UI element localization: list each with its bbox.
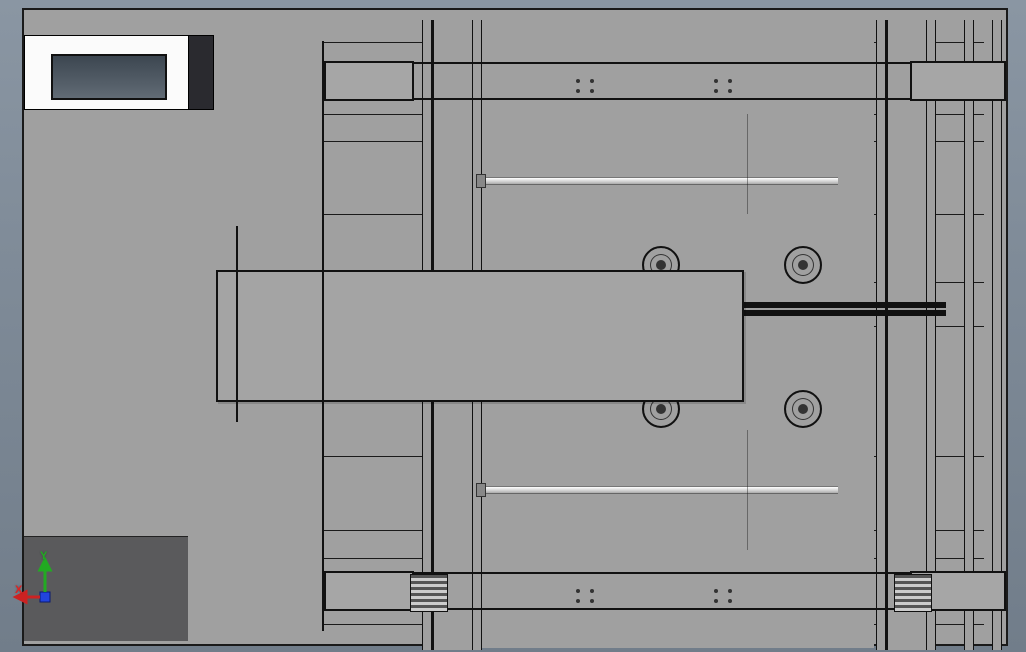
circular-boss (784, 390, 822, 428)
control-panel[interactable] (24, 35, 190, 110)
vertical-rail-edge (876, 20, 886, 650)
roller-bearing (410, 574, 448, 612)
cross-beam-top (324, 62, 958, 100)
display-screen[interactable] (51, 54, 167, 100)
rail-carriage (324, 61, 414, 101)
guide-rod-lower (482, 486, 838, 494)
rod-cap (476, 483, 486, 497)
panel-seam (747, 430, 748, 550)
roller-bearing (894, 574, 932, 612)
vertical-rail-edge (992, 20, 1002, 650)
vertical-rail-edge (926, 20, 936, 650)
panel-edge-vertical (322, 41, 324, 631)
machine-base (24, 536, 188, 641)
gantry-arm[interactable] (216, 270, 744, 402)
rail-carriage (324, 571, 414, 611)
guide-rod-upper (482, 177, 838, 185)
circular-boss (784, 246, 822, 284)
panel-edge-vertical (236, 226, 238, 422)
rod-cap (476, 174, 486, 188)
panel-seam (747, 114, 748, 214)
vertical-rail-right (886, 20, 928, 650)
vertical-rail-edge (964, 20, 974, 650)
enclosure-edge (188, 35, 214, 110)
rail-carriage (910, 61, 1006, 101)
cad-viewport[interactable]: X Y (0, 0, 1026, 652)
